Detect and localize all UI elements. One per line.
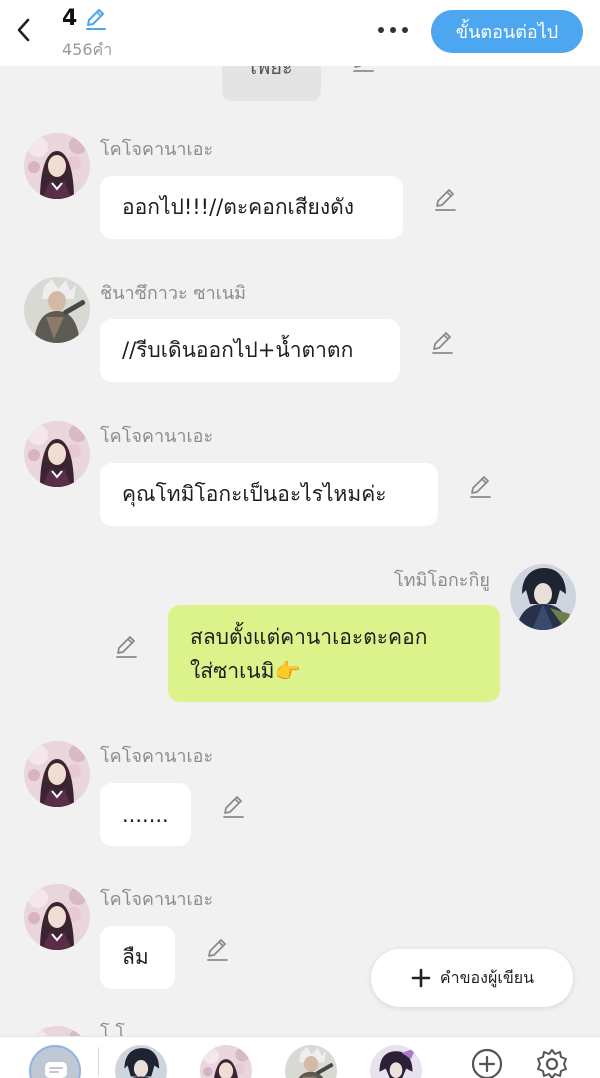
avatar-kocho[interactable] — [24, 884, 90, 950]
chapter-number: 4 — [62, 6, 78, 31]
pencil-icon[interactable] — [467, 474, 493, 500]
message-bubble[interactable]: //รีบเดินออกไป+น้ำตาตก — [100, 319, 400, 382]
character-slot-tomioka[interactable] — [115, 1045, 167, 1078]
message-text-line: สลบตั้งแต่คานาเอะตะคอก — [190, 624, 428, 649]
sender-name: ชินาซึกาวะ ซาเนมิ — [100, 283, 246, 304]
top-bar: 4 456คำ ขั้นตอนต่อไป — [0, 0, 600, 66]
author-note-button[interactable]: คำของผู้เขียน — [371, 949, 573, 1007]
sender-name: โทมิโอกะกิยู — [394, 570, 490, 591]
pencil-icon[interactable] — [113, 634, 139, 660]
message-bubble[interactable]: ออกไป!!!//ตะคอกเสียงดัง — [100, 176, 403, 239]
chat-icon — [45, 1062, 67, 1078]
character-toolbar — [0, 1036, 600, 1078]
toolbar-divider — [98, 1047, 99, 1077]
message-text-line: ใส่ซาเนมิ👉 — [190, 658, 301, 683]
character-slot-shinobu[interactable] — [370, 1045, 422, 1078]
sender-name: โคโจคานาเอะ — [100, 889, 214, 910]
avatar-kocho[interactable] — [24, 421, 90, 487]
pencil-icon[interactable] — [220, 794, 246, 820]
message-bubble-right[interactable]: สลบตั้งแต่คานาเอะตะคอก ใส่ซาเนมิ👉 — [168, 605, 500, 702]
message-text: ลืม — [122, 945, 149, 969]
pencil-icon[interactable] — [204, 937, 230, 963]
add-circle-icon[interactable] — [470, 1047, 504, 1078]
sender-name: โคโจคานาเอะ — [100, 746, 214, 767]
word-count: 456คำ — [62, 40, 113, 59]
author-note-label: คำของผู้เขียน — [439, 967, 535, 987]
avatar-tomioka[interactable] — [510, 564, 576, 630]
avatar-sanemi[interactable] — [24, 277, 90, 343]
avatar-kocho[interactable] — [24, 741, 90, 807]
narrator-chat-button[interactable] — [29, 1045, 81, 1078]
message-bubble[interactable]: คุณโทมิโอกะเป็นอะไรไหมค่ะ — [100, 463, 438, 526]
character-slot-kocho[interactable] — [200, 1045, 252, 1078]
plus-icon — [411, 968, 431, 988]
message-bubble[interactable]: ลืม — [100, 926, 175, 989]
pencil-icon[interactable] — [429, 330, 455, 356]
message-text: //รีบเดินออกไป+น้ำตาตก — [122, 338, 354, 362]
sender-name: โคโจคานาเอะ — [100, 139, 214, 160]
character-slot-sanemi[interactable] — [285, 1045, 337, 1078]
next-step-button[interactable]: ขั้นตอนต่อไป — [431, 10, 583, 53]
message-text: ออกไป!!!//ตะคอกเสียงดัง — [122, 195, 354, 219]
more-icon[interactable] — [376, 20, 410, 40]
back-icon[interactable] — [12, 16, 36, 44]
gear-icon[interactable] — [535, 1047, 569, 1078]
sender-name: โคโจคานาเอะ — [100, 426, 214, 447]
message-text: ....... — [122, 802, 169, 827]
edit-title-pencil-icon[interactable] — [84, 7, 108, 31]
pencil-icon[interactable] — [432, 187, 458, 213]
message-text: คุณโทมิโอกะเป็นอะไรไหมค่ะ — [122, 482, 387, 506]
message-bubble[interactable]: ....... — [100, 783, 191, 846]
avatar-kocho[interactable] — [24, 133, 90, 199]
